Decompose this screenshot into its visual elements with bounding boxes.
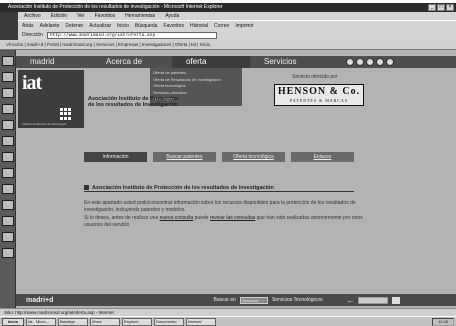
sidebar-icon[interactable] [2, 104, 14, 114]
address-input[interactable]: http://www.madrimasd.org/iat/oferta.asp [46, 31, 217, 39]
sidebar-icon[interactable] [2, 88, 14, 98]
bullet-icon [84, 185, 89, 190]
sponsor-name: HENSON & Co. [277, 86, 361, 97]
toolbar: Atrás Adelante Detener Actualizar Inicio… [18, 20, 456, 30]
intro-paragraph: En este apartado usted podrá encontrar i… [84, 200, 356, 213]
nav-circle-icon[interactable] [386, 58, 394, 66]
taskbar-item[interactable]: Iat - Micro... [26, 317, 56, 326]
favorites-button[interactable]: Favoritos [163, 21, 184, 30]
history-button[interactable]: Historial [190, 21, 208, 30]
window-controls: _ □ × [428, 4, 454, 11]
menu-ayuda[interactable]: Ayuda [165, 12, 179, 20]
search-button[interactable]: Búsqueda [135, 21, 158, 30]
taskbar-item[interactable]: Word [90, 317, 120, 326]
sidebar-icon[interactable] [2, 232, 14, 242]
tab-informacion[interactable]: Información [84, 152, 147, 162]
taskbar-item[interactable]: Explorer [122, 317, 152, 326]
site-footer: madri+d Buscar en Servicios Servicios Te… [16, 294, 456, 306]
nav-servicios[interactable]: Servicios [250, 56, 324, 68]
section-headline: Asociación Instituto de Protección de lo… [84, 184, 354, 192]
menu-herramientas[interactable]: Herramientas [125, 12, 155, 20]
menu-archivo[interactable]: Archivo [24, 12, 41, 20]
nav-icon-group [332, 58, 408, 66]
sponsor-label: Servicio ofrecido por [292, 74, 338, 80]
footer-search-select[interactable]: Servicios [239, 296, 268, 304]
institution-title: Asociación Instituto de Protección de lo… [88, 96, 179, 108]
logo-dots-icon [60, 108, 72, 120]
headline-text: Asociación Instituto de Protección de lo… [92, 184, 274, 191]
footer-search-input[interactable] [358, 296, 389, 304]
maximize-button[interactable]: □ [437, 4, 445, 11]
site-logo[interactable]: iat Instituto Autónomo de Tecnología [18, 70, 84, 128]
sidebar-icon[interactable] [2, 216, 14, 226]
sidebar-icon[interactable] [2, 56, 14, 66]
browser-logo-strip [0, 12, 18, 40]
site-nav: madrid Acerca de oferta Servicios [16, 56, 456, 68]
taskbar-item[interactable]: Bandeja [58, 317, 88, 326]
sponsor-subtitle: PATENTES & MARCAS [289, 98, 349, 103]
close-button[interactable]: × [446, 4, 454, 11]
sponsor-logo[interactable]: HENSON & Co. PATENTES & MARCAS [274, 84, 364, 106]
go-arrow-icon[interactable]: ← [346, 296, 354, 305]
paragraph-text: puede [194, 215, 209, 221]
footer-search-label: Buscar en [213, 297, 236, 303]
sidebar-icon[interactable] [2, 168, 14, 178]
nav-oferta[interactable]: oferta [172, 56, 250, 68]
tab-oferta-tecnologica[interactable]: Oferta tecnológica [222, 152, 285, 162]
nav-madrid[interactable]: madrid [16, 56, 92, 68]
clock: 12:45 [432, 317, 454, 326]
review-queries-link[interactable]: revisar las consultas [210, 215, 255, 221]
web-page: madrid Acerca de oferta Servicios Oferta… [16, 50, 456, 308]
paragraph-text: Si lo desea, antes de realizar una [84, 215, 159, 221]
tab-enlaces[interactable]: Enlaces [291, 152, 354, 162]
nav-circle-icon[interactable] [356, 58, 364, 66]
new-query-link[interactable]: nueva consulta [160, 215, 194, 221]
menu-edicion[interactable]: Edición [51, 12, 67, 20]
sidebar-icon[interactable] [2, 200, 14, 210]
footer-logo[interactable]: madri+d [26, 297, 53, 304]
address-label: Dirección [22, 32, 43, 38]
menu-favoritos[interactable]: Favoritos [95, 12, 116, 20]
nav-circle-icon[interactable] [346, 58, 354, 66]
consult-paragraph: Si lo desea, antes de realizar una nueva… [84, 215, 364, 228]
tab-buscar-patentes[interactable]: Buscar patentes [153, 152, 216, 162]
taskbar-item[interactable]: Documento [154, 317, 184, 326]
menu-ver[interactable]: Ver [77, 12, 85, 20]
content-tabs: Información Buscar patentes Oferta tecno… [84, 152, 354, 162]
search-icon[interactable] [392, 296, 401, 304]
sidebar-icon[interactable] [2, 136, 14, 146]
logo-text: iat [22, 72, 42, 94]
sidebar-icon[interactable] [2, 152, 14, 162]
back-button[interactable]: Atrás [22, 21, 34, 30]
print-button[interactable]: Imprimir [235, 21, 253, 30]
status-bar: Sitio: http://www.madrimasd.org/iat/ofer… [0, 308, 456, 316]
mail-button[interactable]: Correo [214, 21, 229, 30]
sidebar-icon[interactable] [2, 184, 14, 194]
window-title: Asociación Instituto de Protección de lo… [0, 3, 456, 12]
nav-acerca-de[interactable]: Acerca de [92, 56, 172, 68]
logo-subtext: Instituto Autónomo de Tecnología [22, 122, 67, 126]
taskbar-item[interactable]: Internet [186, 317, 216, 326]
nav-circle-icon[interactable] [376, 58, 384, 66]
sidebar-icon[interactable] [2, 248, 14, 258]
forward-button[interactable]: Adelante [40, 21, 60, 30]
left-sidebar [0, 50, 16, 308]
sidebar-icon[interactable] [2, 72, 14, 82]
footer-search-scope: Servicios Tecnológicos [271, 297, 323, 303]
links-bar[interactable]: Vínculos | madri+d | Portal | madrimasd.… [0, 40, 456, 50]
menu-bar: Archivo Edición Ver Favoritos Herramient… [18, 12, 456, 20]
sidebar-icon[interactable] [2, 120, 14, 130]
taskbar: Inicio Iat - Micro... Bandeja Word Explo… [0, 316, 456, 326]
nav-circle-icon[interactable] [366, 58, 374, 66]
address-bar: Dirección http://www.madrimasd.org/iat/o… [18, 30, 456, 40]
stop-button[interactable]: Detener [65, 21, 83, 30]
minimize-button[interactable]: _ [428, 4, 436, 11]
start-button[interactable]: Inicio [2, 317, 24, 326]
refresh-button[interactable]: Actualizar [89, 21, 111, 30]
home-button[interactable]: Inicio [117, 21, 129, 30]
